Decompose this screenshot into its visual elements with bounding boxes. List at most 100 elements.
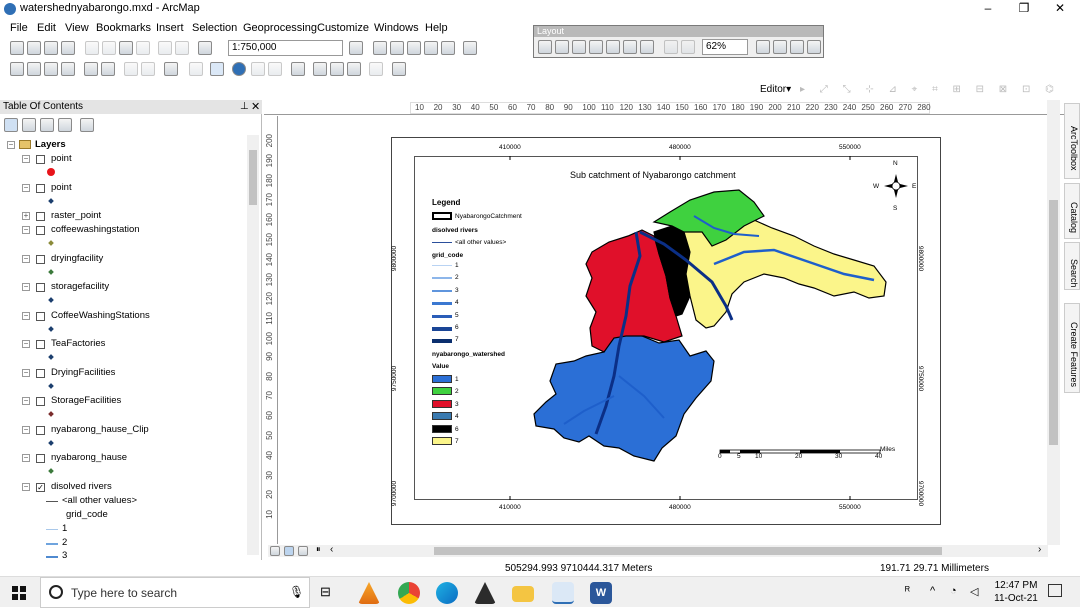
layer-checkbox[interactable] — [36, 312, 45, 321]
layer-name[interactable]: DryingFacilities — [51, 367, 115, 378]
map-hscroll-thumb[interactable] — [434, 547, 942, 555]
layer-name[interactable]: raster_point — [51, 210, 101, 221]
arctoolbox-icon[interactable] — [424, 41, 438, 55]
zoom-whole-page-icon[interactable] — [589, 40, 603, 54]
layer-checkbox-checked[interactable]: ✓ — [36, 483, 45, 492]
list-by-drawing-order-icon[interactable] — [4, 118, 18, 132]
delete-icon[interactable] — [136, 41, 150, 55]
back-icon[interactable] — [124, 62, 138, 76]
arctoolbox-tab[interactable]: ArcToolbox — [1064, 103, 1080, 179]
find-icon[interactable] — [313, 62, 327, 76]
options-icon[interactable] — [80, 118, 94, 132]
layer-expander[interactable]: + — [22, 212, 30, 220]
layer-name[interactable]: CoffeeWashingStations — [51, 310, 150, 321]
layers-collapse-icon[interactable]: − — [7, 141, 15, 149]
menu-geoprocessing[interactable]: Geoprocessing — [243, 22, 317, 34]
full-extent-icon[interactable] — [61, 62, 75, 76]
layer-checkbox[interactable] — [36, 397, 45, 406]
layer-expander[interactable]: − — [22, 369, 30, 377]
layout-forward-icon[interactable] — [681, 40, 695, 54]
layout-view-icon[interactable] — [284, 546, 294, 556]
windows-start-icon[interactable] — [12, 586, 26, 600]
close-button[interactable]: ✕ — [1042, 0, 1078, 18]
change-layout-icon[interactable] — [790, 40, 804, 54]
layer-name[interactable]: dryingfacility — [51, 253, 103, 264]
data-driven-pages-icon[interactable] — [807, 40, 821, 54]
word-icon[interactable]: W — [590, 582, 612, 604]
layer-name[interactable]: TeaFactories — [51, 338, 105, 349]
toggle-draft-icon[interactable] — [756, 40, 770, 54]
layer-expander[interactable]: − — [22, 340, 30, 348]
fixed-zoom-out-layout-icon[interactable] — [640, 40, 654, 54]
menu-selection[interactable]: Selection — [192, 22, 237, 34]
menu-view[interactable]: View — [65, 22, 89, 34]
layer-expander[interactable]: − — [22, 397, 30, 405]
search-window-icon[interactable] — [407, 41, 421, 55]
scroll-right-icon[interactable]: › — [1038, 544, 1041, 555]
layer-checkbox[interactable] — [36, 454, 45, 463]
focus-data-frame-icon[interactable] — [773, 40, 787, 54]
layout-zoom-out-icon[interactable] — [555, 40, 569, 54]
scroll-left-icon[interactable]: ‹ — [330, 544, 333, 555]
pan-icon[interactable] — [44, 62, 58, 76]
menu-bookmarks[interactable]: Bookmarks — [96, 22, 151, 34]
paste-icon[interactable] — [119, 41, 133, 55]
arcmap-taskbar-icon[interactable] — [552, 582, 574, 604]
layout-pan-icon[interactable] — [572, 40, 586, 54]
wifi-icon[interactable]: ◔ — [950, 585, 957, 597]
measure-icon[interactable] — [291, 62, 305, 76]
layer-checkbox[interactable] — [36, 255, 45, 264]
layer-expander[interactable]: − — [22, 426, 30, 434]
editor-menu[interactable]: Editor▾ — [760, 84, 791, 95]
tray-chevron-icon[interactable]: ^ — [930, 585, 935, 597]
zoom-out-icon[interactable] — [27, 62, 41, 76]
clock-time[interactable]: 12:47 PM — [994, 580, 1038, 591]
fixed-zoom-in-icon[interactable] — [84, 62, 98, 76]
model-builder-icon[interactable] — [463, 41, 477, 55]
layout-back-icon[interactable] — [664, 40, 678, 54]
layer-name[interactable]: StorageFacilities — [51, 395, 121, 406]
identify-icon[interactable] — [232, 62, 246, 76]
map-scale-select[interactable]: 1:750,000 — [228, 40, 343, 56]
layout-zoom-in-icon[interactable] — [538, 40, 552, 54]
layer-name[interactable]: point — [51, 153, 72, 164]
layer-name[interactable]: storagefacility — [51, 281, 109, 292]
layer-name[interactable]: nyabarong_hause_Clip — [51, 424, 149, 435]
layer-checkbox[interactable] — [36, 212, 45, 221]
toc-scroll-thumb[interactable] — [249, 150, 257, 205]
clock-date[interactable]: 11-Oct-21 — [994, 593, 1038, 604]
pause-icon[interactable]: ⏸ — [316, 544, 321, 555]
toc-window-icon[interactable] — [373, 41, 387, 55]
toc-close-icon[interactable]: ✕ — [251, 100, 260, 113]
refresh-icon[interactable] — [298, 546, 308, 556]
layer-expander[interactable]: − — [22, 312, 30, 320]
notification-icon[interactable] — [1048, 584, 1062, 597]
menu-windows[interactable]: Windows — [374, 22, 419, 34]
edge-icon[interactable] — [436, 582, 458, 604]
layer-name[interactable]: nyabarong_hause — [51, 452, 127, 463]
task-view-icon[interactable]: ⊟ — [320, 584, 331, 600]
layer-checkbox[interactable] — [36, 369, 45, 378]
open-icon[interactable] — [27, 41, 41, 55]
list-by-selection-icon[interactable] — [58, 118, 72, 132]
layer-expander[interactable]: − — [22, 454, 30, 462]
editor-toolbar-icon[interactable] — [349, 41, 363, 55]
goto-xy-icon[interactable] — [347, 62, 361, 76]
copy-icon[interactable] — [102, 41, 116, 55]
vlc-icon[interactable] — [358, 582, 380, 604]
pin-icon[interactable]: ⊥ — [240, 101, 249, 112]
add-data-icon[interactable] — [198, 41, 212, 55]
layer-checkbox[interactable] — [36, 340, 45, 349]
menu-file[interactable]: File — [10, 22, 28, 34]
print-icon[interactable] — [61, 41, 75, 55]
new-icon[interactable] — [10, 41, 24, 55]
hyperlink-icon[interactable] — [251, 62, 265, 76]
select-elements-icon[interactable] — [210, 62, 224, 76]
menu-insert[interactable]: Insert — [156, 22, 184, 34]
maximize-button[interactable]: ❐ — [1006, 0, 1042, 18]
layer-name[interactable]: point — [51, 182, 72, 193]
layer-expander[interactable]: − — [22, 283, 30, 291]
time-slider-icon[interactable] — [369, 62, 383, 76]
menu-help[interactable]: Help — [425, 22, 448, 34]
volume-icon[interactable]: ◁ — [970, 585, 978, 598]
